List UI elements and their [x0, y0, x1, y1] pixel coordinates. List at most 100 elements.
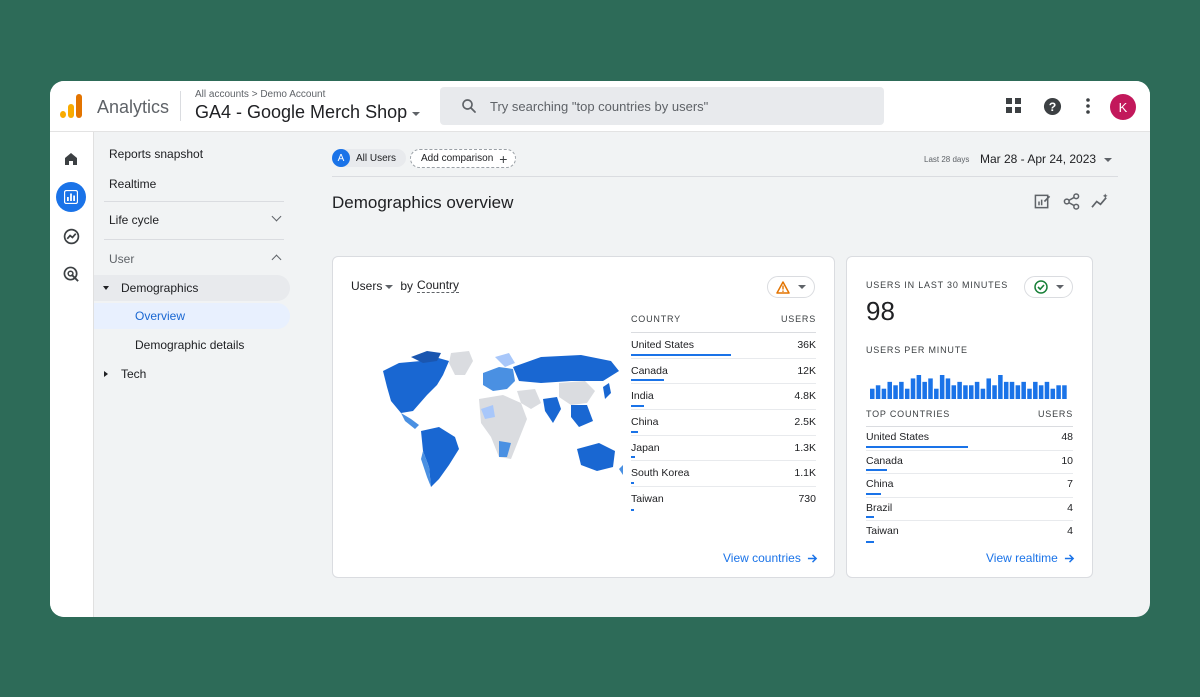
users-value: 36K — [797, 339, 816, 351]
nav-label: Demographic details — [135, 338, 245, 352]
apps-grid-icon[interactable] — [1003, 95, 1025, 117]
nav-demographic-details[interactable]: Demographic details — [94, 332, 290, 358]
minute-bar — [1050, 388, 1056, 399]
share-bar — [631, 482, 635, 485]
map-region-japan — [603, 383, 611, 399]
users-value: 1.3K — [794, 441, 816, 454]
chevron-up-icon — [271, 254, 282, 265]
country-name: Japan — [631, 441, 660, 454]
page-title: Demographics overview — [332, 193, 514, 212]
advertising-icon[interactable] — [56, 259, 86, 289]
minute-bar — [1003, 381, 1009, 399]
minute-bar — [992, 385, 997, 399]
users-value: 48 — [1061, 431, 1073, 443]
reports-icon[interactable] — [56, 182, 86, 212]
view-countries-link[interactable]: View countries — [723, 551, 818, 565]
country-name: Brazil — [866, 501, 893, 514]
minute-bar — [875, 385, 881, 399]
arrow-right-icon — [1064, 553, 1075, 563]
metric-selector[interactable]: Users — [351, 279, 394, 293]
minute-bar — [957, 381, 962, 399]
table-row[interactable]: India 4.8K — [631, 384, 816, 411]
expand-arrow-icon — [103, 286, 109, 290]
table-row[interactable]: South Korea 1.1K — [631, 461, 816, 488]
help-icon[interactable]: ? — [1041, 95, 1063, 117]
dropdown-arrow-icon — [1104, 158, 1113, 162]
property-name: GA4 - Google Merch Shop — [195, 102, 408, 122]
property-selector[interactable]: GA4 - Google Merch Shop — [195, 102, 421, 123]
divider — [180, 91, 181, 121]
arrow-right-icon — [807, 553, 818, 563]
nav-tech[interactable]: Tech — [94, 361, 290, 387]
dimension-selector[interactable]: Country — [417, 278, 460, 293]
minute-bar — [963, 385, 968, 399]
avatar[interactable]: K — [1110, 94, 1136, 120]
explore-icon[interactable] — [56, 221, 86, 251]
minute-bar — [1062, 385, 1067, 399]
dropdown-arrow-icon — [798, 285, 806, 289]
add-comparison-button[interactable]: Add comparison + — [410, 149, 517, 168]
users-value: 10 — [1061, 454, 1073, 467]
map-region-southeast-asia — [571, 405, 593, 427]
dropdown-arrow-icon — [1055, 285, 1064, 289]
table-row[interactable]: Canada 12K — [631, 359, 816, 385]
breadcrumb[interactable]: All accounts > Demo Account — [195, 89, 325, 100]
home-icon[interactable] — [56, 144, 86, 174]
nav-label: Demographics — [121, 281, 199, 295]
view-realtime-link[interactable]: View realtime — [986, 551, 1075, 565]
table-row[interactable]: United States 36K — [631, 333, 816, 359]
country-name: Taiwan — [631, 493, 664, 506]
search-bar[interactable] — [440, 87, 884, 125]
minute-bar — [1027, 388, 1032, 399]
minute-bar — [893, 385, 898, 399]
map-region-central-america — [401, 413, 419, 429]
table-row[interactable]: Canada 10 — [866, 451, 1073, 474]
minute-bar — [1038, 385, 1044, 399]
table-row[interactable]: China 7 — [866, 474, 1073, 498]
data-quality-button[interactable] — [767, 276, 815, 298]
minute-bar — [1044, 381, 1050, 399]
table-row[interactable]: China 2.5K — [631, 410, 816, 436]
minute-bar — [969, 385, 974, 399]
users-last-30-min-value: 98 — [866, 296, 895, 326]
users-per-minute-label: USERS PER MINUTE — [866, 345, 968, 355]
chevron-down-icon — [271, 211, 282, 222]
share-bar — [631, 430, 638, 433]
table-row[interactable]: Taiwan 730 — [631, 487, 816, 513]
analytics-logo-icon[interactable] — [60, 94, 82, 118]
app-name: Analytics — [97, 97, 170, 117]
divider — [104, 201, 284, 202]
nav-realtime[interactable]: Realtime — [109, 177, 156, 191]
table-row[interactable]: United States 48 — [866, 427, 1073, 451]
nav-label: User — [109, 252, 135, 266]
nav-overview[interactable]: Overview — [94, 303, 290, 329]
nav-label: Tech — [121, 367, 147, 381]
segment-chip[interactable]: A All Users — [332, 149, 407, 167]
nav-demographics[interactable]: Demographics — [94, 275, 290, 301]
minute-bar — [899, 381, 904, 399]
map-region-china — [559, 381, 595, 405]
share-icon[interactable] — [1061, 191, 1081, 211]
map-region-greenland — [449, 351, 473, 375]
date-range-picker[interactable]: Mar 28 - Apr 24, 2023 — [980, 152, 1113, 166]
share-bar — [631, 405, 645, 408]
table-row[interactable]: Japan 1.3K — [631, 436, 816, 462]
svg-text:?: ? — [1048, 99, 1056, 113]
share-bar — [631, 508, 634, 511]
table-row[interactable]: Brazil 4 — [866, 498, 1073, 521]
segment-badge: A — [332, 149, 350, 167]
country-name: India — [631, 390, 654, 403]
nav-life-cycle[interactable]: Life cycle — [94, 207, 290, 233]
search-input[interactable] — [490, 87, 870, 125]
nav-user[interactable]: User — [94, 246, 290, 272]
table-row[interactable]: Taiwan 4 — [866, 521, 1073, 545]
insights-icon[interactable] — [1090, 191, 1110, 211]
date-range-label: Mar 28 - Apr 24, 2023 — [980, 152, 1097, 166]
status-button[interactable] — [1024, 276, 1073, 298]
map-region-europe-north — [495, 353, 515, 367]
minute-bar — [1056, 385, 1061, 399]
edit-report-icon[interactable] — [1032, 191, 1052, 211]
check-circle-icon — [1033, 280, 1048, 294]
more-vert-icon[interactable] — [1077, 95, 1099, 117]
nav-reports-snapshot[interactable]: Reports snapshot — [109, 147, 203, 161]
